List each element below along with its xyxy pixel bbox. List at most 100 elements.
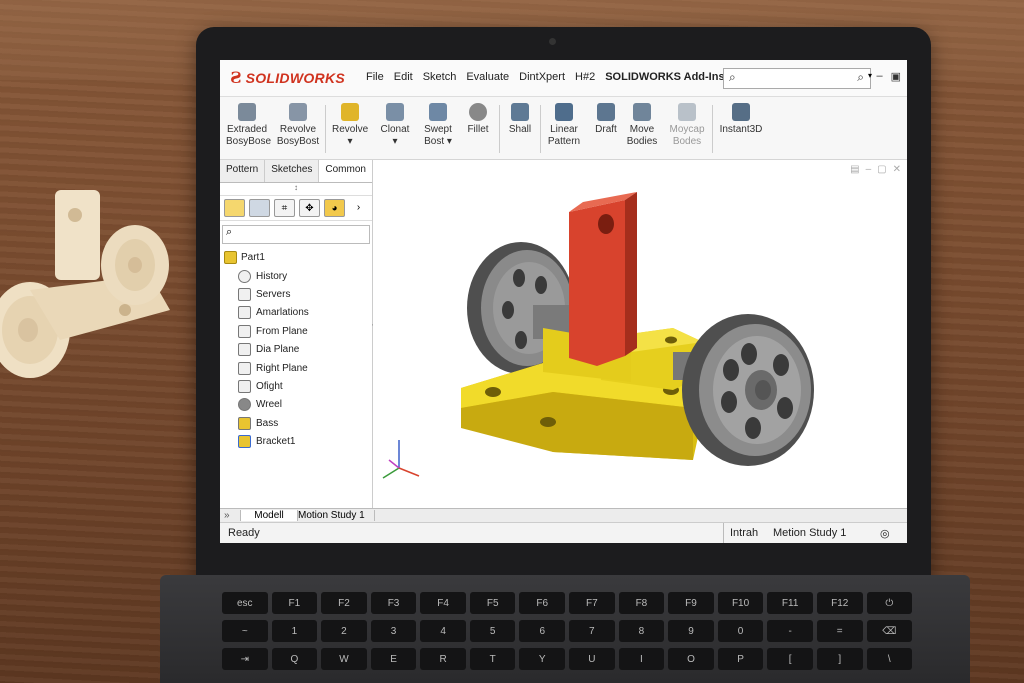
key[interactable]: 3 xyxy=(370,620,417,642)
tree-item-servers[interactable]: Servers xyxy=(220,285,372,303)
key[interactable]: ] xyxy=(816,648,863,670)
restore-icon[interactable]: ▢ xyxy=(877,164,886,175)
key[interactable]: F10 xyxy=(717,592,764,614)
key[interactable]: F6 xyxy=(519,592,566,614)
tab-motion-study[interactable]: Motion Study 1 xyxy=(294,510,375,521)
key[interactable]: \ xyxy=(866,648,913,670)
configuration-manager-icon[interactable]: ⌗ xyxy=(274,199,295,217)
tree-item-bass[interactable]: Bass xyxy=(220,414,372,432)
revolve-boss-button[interactable]: Revolve BosyBost xyxy=(276,103,320,148)
menu-sketch[interactable]: Sketch xyxy=(423,71,457,83)
menu-evaluate[interactable]: Evaluate xyxy=(466,71,509,83)
tree-item-right-plane[interactable]: Right Plane xyxy=(220,359,372,377)
dimxpert-icon[interactable]: ✥ xyxy=(299,199,320,217)
draft-button[interactable]: Draft xyxy=(592,103,620,136)
view-icon[interactable]: ▤ xyxy=(850,164,859,175)
linear-pattern-button[interactable]: Linear Pattern xyxy=(546,103,582,148)
extruded-boss-button[interactable]: Extraded BosyBose xyxy=(226,103,271,148)
minimize-icon[interactable]: – xyxy=(866,164,872,175)
menu-edit[interactable]: Edit xyxy=(394,71,413,83)
shell-button[interactable]: Shall xyxy=(506,103,534,136)
key[interactable]: Q xyxy=(271,648,318,670)
key[interactable]: R xyxy=(420,648,466,670)
move-bodies-button[interactable]: Move Bodies xyxy=(626,103,658,148)
tab-common[interactable]: Common xyxy=(319,160,373,182)
tree-item-bracket[interactable]: Bracket1 xyxy=(220,433,372,451)
key[interactable]: E xyxy=(370,648,417,670)
bracket[interactable] xyxy=(569,192,637,366)
panel-expand-arrow[interactable]: ↕ xyxy=(220,183,372,196)
tree-root-part[interactable]: Part1 xyxy=(220,248,372,267)
key[interactable]: 1 xyxy=(271,620,318,642)
key[interactable]: F4 xyxy=(420,592,466,614)
chevron-right-icon[interactable]: › xyxy=(349,199,368,215)
tree-item-history[interactable]: History xyxy=(220,267,372,285)
key[interactable]: W xyxy=(321,648,367,670)
swept-boss-button[interactable]: Swept Bost ▾ xyxy=(420,103,456,148)
key[interactable]: U xyxy=(569,648,615,670)
key[interactable]: 5 xyxy=(469,620,516,642)
graphics-viewport[interactable]: ▤ – ▢ ✕ xyxy=(373,160,907,508)
tab-sketches[interactable]: Sketches xyxy=(265,160,320,182)
menu-file[interactable]: File xyxy=(366,71,384,83)
moycap-bodes-button[interactable]: Moycap Bodes xyxy=(666,103,708,148)
3d-model[interactable] xyxy=(373,160,907,508)
scroll-tabs-icon[interactable]: » xyxy=(224,510,230,521)
key[interactable]: ⌫ xyxy=(866,620,913,642)
key[interactable]: 6 xyxy=(519,620,566,642)
feature-manager-icon[interactable] xyxy=(224,199,245,217)
chevron-down-icon[interactable]: ▾ xyxy=(868,71,872,80)
key[interactable]: F8 xyxy=(618,592,665,614)
restore-icon[interactable]: ▣ xyxy=(891,70,901,83)
tab-pottern[interactable]: Pottern xyxy=(220,160,266,182)
display-manager-icon[interactable]: ◕ xyxy=(324,199,345,217)
key[interactable]: 0 xyxy=(717,620,764,642)
key[interactable]: O xyxy=(668,648,714,670)
fillet-button[interactable]: Fillet xyxy=(464,103,492,136)
tree-item-ofight[interactable]: Ofight xyxy=(220,377,372,395)
clonat-button[interactable]: Clonat ▾ xyxy=(378,103,412,148)
revolve-button[interactable]: Revolve ▾ xyxy=(332,103,368,148)
tab-model[interactable]: Modell xyxy=(240,510,298,521)
menu-add-ins[interactable]: SOLIDWORKS Add-Ins xyxy=(605,71,724,83)
key[interactable]: T xyxy=(469,648,516,670)
key[interactable]: 7 xyxy=(569,620,615,642)
key[interactable]: - xyxy=(767,620,813,642)
menu-h2[interactable]: H#2 xyxy=(575,71,595,83)
key[interactable]: F5 xyxy=(469,592,516,614)
key[interactable]: P xyxy=(717,648,764,670)
window-controls: – ▣ xyxy=(876,70,901,83)
key[interactable]: ⏻ xyxy=(866,592,913,614)
tree-item-annotations[interactable]: Amarlations xyxy=(220,304,372,322)
status-settings-icon[interactable]: ◎ xyxy=(880,527,890,540)
key[interactable]: ⇥ xyxy=(222,648,268,670)
menu-dintxpert[interactable]: DintXpert xyxy=(519,71,565,83)
search-icon[interactable]: ⌕ xyxy=(857,70,864,85)
key[interactable]: F2 xyxy=(321,592,367,614)
key[interactable]: F12 xyxy=(816,592,863,614)
instant3d-button[interactable]: Instant3D xyxy=(718,103,764,136)
key[interactable]: F7 xyxy=(569,592,615,614)
property-manager-icon[interactable] xyxy=(249,199,270,217)
key[interactable]: F11 xyxy=(767,592,813,614)
key[interactable]: [ xyxy=(767,648,813,670)
key[interactable]: ~ xyxy=(222,620,268,642)
key[interactable]: 4 xyxy=(420,620,466,642)
key[interactable]: F1 xyxy=(271,592,318,614)
key[interactable]: F9 xyxy=(668,592,714,614)
key[interactable]: F3 xyxy=(370,592,417,614)
key[interactable]: 2 xyxy=(321,620,367,642)
key[interactable]: esc xyxy=(222,592,268,614)
minimize-icon[interactable]: – xyxy=(876,70,882,83)
key[interactable]: 8 xyxy=(618,620,665,642)
tree-item-dia-plane[interactable]: Dia Plane xyxy=(220,341,372,359)
key[interactable]: = xyxy=(816,620,863,642)
tree-item-front-plane[interactable]: From Plane xyxy=(220,322,372,340)
key[interactable]: 9 xyxy=(668,620,714,642)
key[interactable]: Y xyxy=(519,648,566,670)
tree-filter-input[interactable]: ⌕ xyxy=(222,225,370,244)
close-icon[interactable]: ✕ xyxy=(893,164,901,175)
tree-item-wreel[interactable]: Wreel xyxy=(220,396,372,414)
search-input[interactable]: ⌕ ⌕ ▾ xyxy=(723,68,872,89)
key[interactable]: I xyxy=(618,648,665,670)
